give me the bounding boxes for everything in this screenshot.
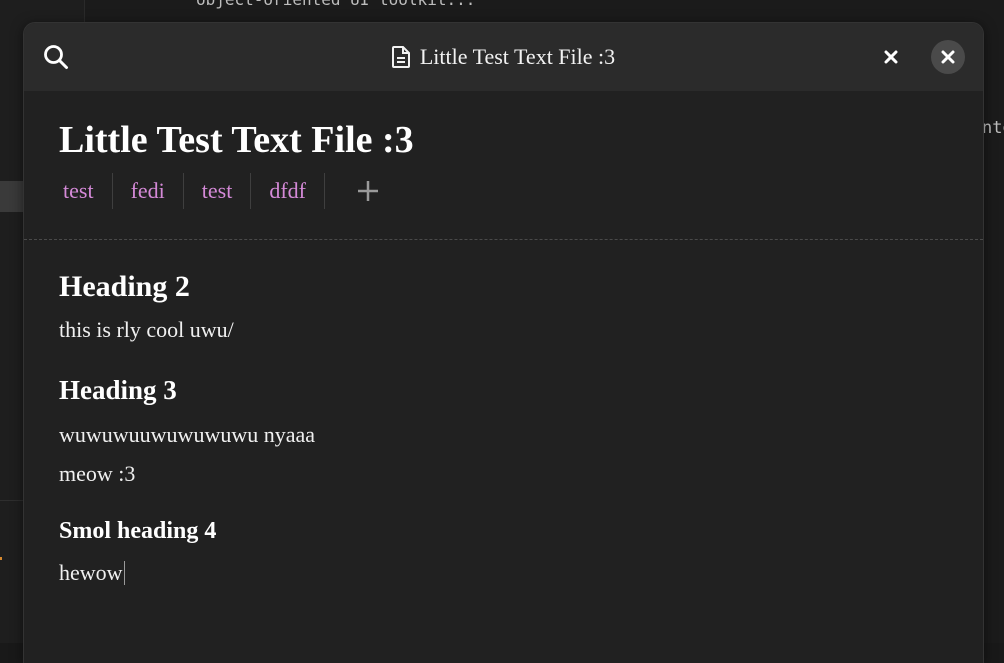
background-divider	[0, 500, 24, 501]
tag-item[interactable]: test	[45, 173, 113, 209]
note-dialog: Little Test Text File :3 Little Test Tex…	[23, 22, 984, 663]
tag-item[interactable]: test	[184, 173, 252, 209]
tag-list: test fedi test dfdf	[45, 173, 381, 209]
note-header: Little Test Text File :3 test fedi test …	[24, 91, 983, 240]
plus-icon	[357, 181, 378, 201]
background-sidebar-selected-item	[0, 181, 24, 212]
heading-2: Heading 2	[59, 270, 190, 303]
search-button[interactable]	[42, 43, 70, 71]
heading-4: Smol heading 4	[59, 518, 217, 544]
paragraph: this is rly cool uwu/	[59, 317, 234, 342]
background-side-text: nte	[982, 118, 1004, 138]
close-button[interactable]	[931, 40, 965, 74]
note-title[interactable]: Little Test Text File :3	[59, 118, 414, 162]
search-icon	[44, 45, 68, 69]
background-marker	[0, 557, 2, 560]
x-icon	[884, 50, 898, 64]
paragraph-text: hewow	[59, 560, 123, 585]
window-title: Little Test Text File :3	[24, 23, 983, 91]
add-tag-button[interactable]	[355, 178, 381, 204]
document-icon	[391, 46, 410, 68]
header-bar: Little Test Text File :3	[24, 23, 983, 91]
window-title-text: Little Test Text File :3	[419, 44, 616, 69]
close-icon	[941, 50, 955, 64]
background-code-text: object-oriented UI toolkit...	[196, 0, 475, 9]
heading-3: Heading 3	[59, 375, 177, 405]
paragraph-with-cursor: hewow	[59, 560, 125, 586]
tag-item[interactable]: fedi	[113, 173, 184, 209]
paragraph: meow :3	[59, 461, 136, 486]
text-cursor	[123, 561, 125, 585]
paragraph: wuwuwuuwuwuwuwu nyaaa	[59, 422, 316, 447]
delete-button[interactable]	[879, 45, 903, 69]
tag-item[interactable]: dfdf	[251, 173, 325, 209]
